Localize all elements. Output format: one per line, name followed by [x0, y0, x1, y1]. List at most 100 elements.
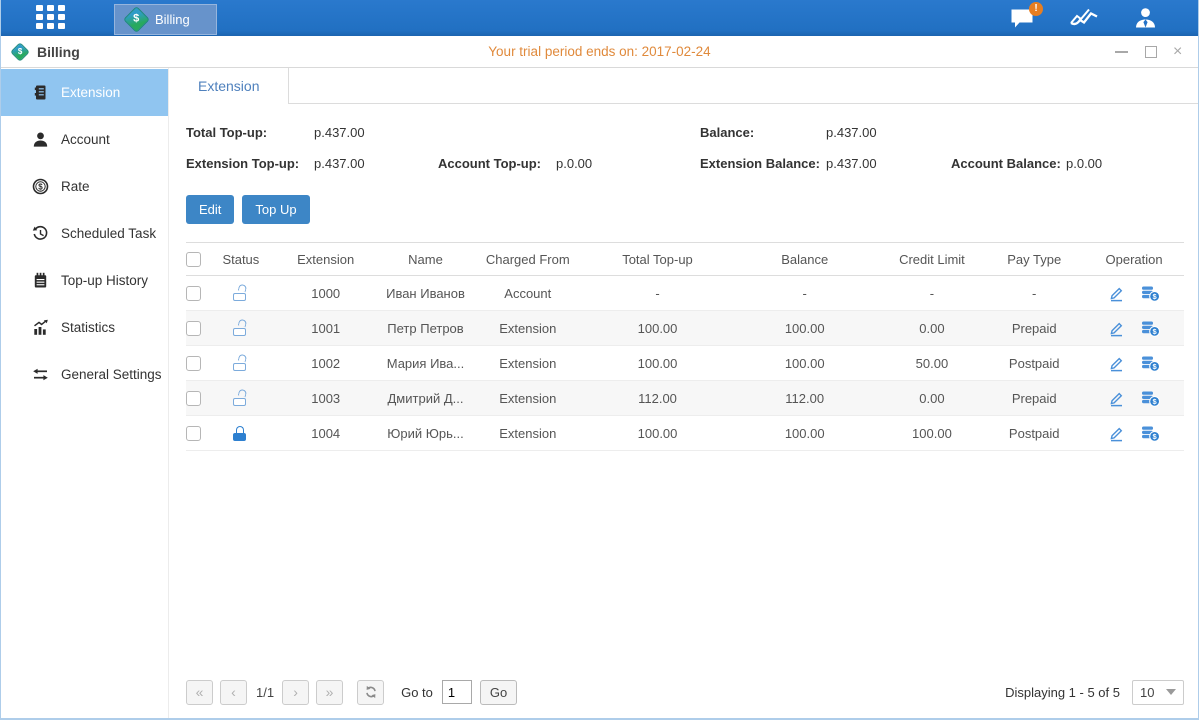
cell-charged-from: Extension — [470, 381, 585, 416]
sidebar-item-rate[interactable]: $ Rate — [1, 163, 168, 210]
minimize-button[interactable] — [1115, 45, 1128, 58]
sidebar-item-label: Statistics — [61, 320, 115, 335]
sidebar-item-label: Account — [61, 132, 110, 147]
top-up-row-icon[interactable]: $ — [1141, 425, 1160, 442]
table-row: 1004 Юрий Юрь... Extension 100.00 100.00… — [186, 416, 1184, 451]
cell-pay-type: Postpaid — [984, 346, 1084, 381]
cell-balance: 112.00 — [730, 381, 880, 416]
cell-balance: - — [730, 276, 880, 311]
col-credit-limit: Credit Limit — [880, 243, 985, 276]
row-checkbox[interactable] — [186, 321, 201, 336]
tab-extension[interactable]: Extension — [169, 68, 289, 104]
cell-balance: 100.00 — [730, 416, 880, 451]
sidebar-item-label: Rate — [61, 179, 90, 194]
cell-balance: 100.00 — [730, 311, 880, 346]
cell-name: Мария Ива... — [381, 346, 471, 381]
cell-total-topup: 112.00 — [585, 381, 730, 416]
goto-page-input[interactable] — [442, 680, 472, 704]
clock-icon — [32, 225, 49, 242]
sidebar-item-topup-history[interactable]: Top-up History — [1, 257, 168, 304]
app-tab-billing[interactable]: $ Billing — [114, 4, 217, 35]
cell-credit-limit: - — [880, 276, 985, 311]
extension-topup-value: p.437.00 — [314, 156, 438, 171]
sidebar-item-label: General Settings — [61, 367, 162, 382]
select-all-checkbox[interactable] — [186, 252, 201, 267]
cell-extension: 1002 — [271, 346, 381, 381]
total-topup-label: Total Top-up: — [186, 125, 314, 140]
billing-dollar-diamond-icon: $ — [123, 6, 150, 33]
edit-button[interactable]: Edit — [186, 195, 234, 224]
col-status: Status — [211, 243, 271, 276]
cell-charged-from: Extension — [470, 416, 585, 451]
table-row: 1003 Дмитрий Д... Extension 112.00 112.0… — [186, 381, 1184, 416]
balance-label: Balance: — [700, 125, 826, 140]
edit-row-icon[interactable] — [1108, 390, 1125, 407]
sidebar-item-scheduled-task[interactable]: Scheduled Task — [1, 210, 168, 257]
chevron-down-icon — [1166, 689, 1176, 695]
first-page-button[interactable]: « — [186, 680, 213, 705]
cell-charged-from: Account — [470, 276, 585, 311]
edit-row-icon[interactable] — [1108, 285, 1125, 302]
status-lock-icon — [233, 356, 249, 371]
status-lock-icon — [233, 426, 249, 441]
row-checkbox[interactable] — [186, 391, 201, 406]
cell-pay-type: Prepaid — [984, 381, 1084, 416]
extension-balance-value: p.437.00 — [826, 156, 951, 171]
cell-name: Петр Петров — [381, 311, 471, 346]
prev-page-button[interactable]: ‹ — [220, 680, 247, 705]
pagination-bar: « ‹ 1/1 › » Go to Go Displaying — [186, 672, 1184, 712]
status-lock-icon — [233, 321, 249, 336]
sidebar-item-account[interactable]: Account — [1, 116, 168, 163]
top-up-row-icon[interactable]: $ — [1141, 390, 1160, 407]
account-topup-value: p.0.00 — [556, 156, 700, 171]
next-page-button[interactable]: › — [282, 680, 309, 705]
row-checkbox[interactable] — [186, 286, 201, 301]
cell-credit-limit: 100.00 — [880, 416, 985, 451]
transfer-arrows-icon — [32, 366, 49, 383]
close-button[interactable]: × — [1173, 45, 1186, 58]
window-controls: × — [1115, 45, 1186, 58]
edit-row-icon[interactable] — [1108, 320, 1125, 337]
goto-label: Go to — [401, 685, 433, 700]
sidebar-item-statistics[interactable]: Statistics — [1, 304, 168, 351]
cell-pay-type: - — [984, 276, 1084, 311]
tabstrip: Extension — [169, 68, 1198, 104]
edit-row-icon[interactable] — [1108, 355, 1125, 372]
cell-name: Дмитрий Д... — [381, 381, 471, 416]
summary-panel: Total Top-up: p.437.00 Balance: p.437.00… — [169, 104, 1198, 179]
col-operation: Operation — [1084, 243, 1184, 276]
page-size-select[interactable]: 10 — [1132, 680, 1184, 705]
go-button[interactable]: Go — [480, 680, 517, 705]
page-indicator: 1/1 — [256, 685, 274, 700]
cell-credit-limit: 0.00 — [880, 381, 985, 416]
refresh-icon — [364, 685, 378, 699]
table-row: 1002 Мария Ива... Extension 100.00 100.0… — [186, 346, 1184, 381]
maximize-button[interactable] — [1144, 45, 1157, 58]
app-window: $ Billing ! $ — [0, 0, 1199, 720]
cell-credit-limit: 0.00 — [880, 311, 985, 346]
cell-balance: 100.00 — [730, 346, 880, 381]
notifications-icon[interactable]: ! — [1010, 8, 1035, 29]
user-account-icon[interactable] — [1133, 6, 1158, 30]
row-checkbox[interactable] — [186, 356, 201, 371]
app-tab-label: Billing — [155, 12, 190, 27]
table-header-row: Status Extension Name Charged From Total… — [186, 243, 1184, 276]
resource-monitor-icon[interactable] — [1069, 7, 1099, 29]
col-pay-type: Pay Type — [984, 243, 1084, 276]
notepad-icon — [32, 272, 49, 289]
account-topup-label: Account Top-up: — [438, 156, 556, 171]
topbar: $ Billing ! — [1, 0, 1198, 36]
col-balance: Balance — [730, 243, 880, 276]
top-up-button[interactable]: Top Up — [242, 195, 309, 224]
refresh-button[interactable] — [357, 680, 384, 705]
edit-row-icon[interactable] — [1108, 425, 1125, 442]
top-up-row-icon[interactable]: $ — [1141, 285, 1160, 302]
top-up-row-icon[interactable]: $ — [1141, 355, 1160, 372]
sidebar-item-extension[interactable]: Extension — [1, 69, 168, 116]
row-checkbox[interactable] — [186, 426, 201, 441]
ledger-icon — [32, 84, 49, 101]
last-page-button[interactable]: » — [316, 680, 343, 705]
sidebar-item-general-settings[interactable]: General Settings — [1, 351, 168, 398]
app-launcher-grid-icon[interactable] — [36, 5, 70, 31]
top-up-row-icon[interactable]: $ — [1141, 320, 1160, 337]
